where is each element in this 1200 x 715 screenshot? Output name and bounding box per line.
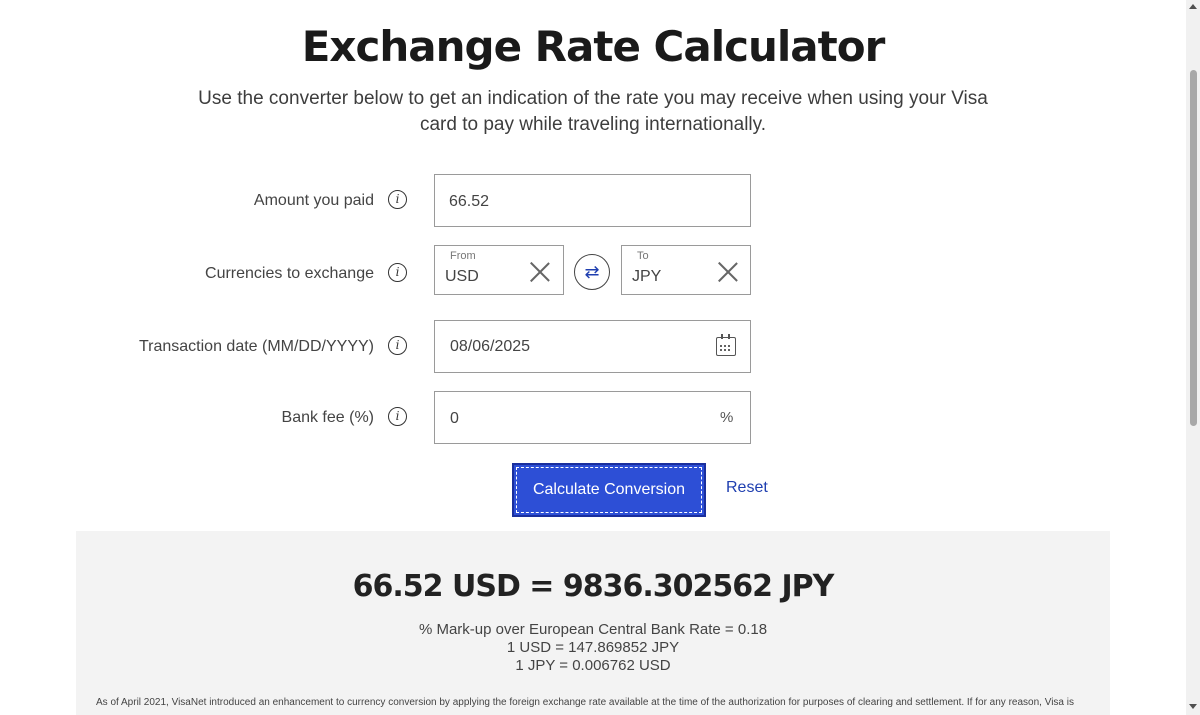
amount-value: 66.52 <box>449 193 490 210</box>
markup-text: % Mark-up over European Central Bank Rat… <box>418 621 768 638</box>
currencies-label: Currencies to exchange <box>205 265 374 282</box>
scroll-up-icon[interactable] <box>1189 4 1197 9</box>
date-input[interactable]: 08/06/2025 <box>434 320 751 373</box>
from-label: From <box>450 250 476 262</box>
amount-input[interactable]: 66.52 <box>434 174 751 227</box>
scroll-down-icon[interactable] <box>1189 704 1197 709</box>
to-currency-select[interactable]: To JPY <box>621 245 751 295</box>
percent-suffix: % <box>720 409 734 426</box>
calculate-conversion-button[interactable]: Calculate Conversion <box>512 463 706 517</box>
info-icon[interactable]: i <box>388 407 407 426</box>
fee-label: Bank fee (%) <box>281 409 374 426</box>
from-value: USD <box>445 268 479 285</box>
fee-value: 0 <box>450 410 459 427</box>
close-icon[interactable] <box>717 261 739 283</box>
amount-label: Amount you paid <box>253 192 374 209</box>
info-icon[interactable]: i <box>388 336 407 355</box>
page-subtitle: Use the converter below to get an indica… <box>198 88 988 135</box>
from-currency-select[interactable]: From USD <box>434 245 564 295</box>
date-value: 08/06/2025 <box>450 338 531 355</box>
scroll-thumb[interactable] <box>1190 70 1197 426</box>
to-label: To <box>637 250 649 262</box>
reset-link[interactable]: Reset <box>726 479 768 497</box>
to-value: JPY <box>632 268 662 285</box>
scrollbar[interactable] <box>1186 0 1200 715</box>
rate-to-text: 1 JPY = 0.006762 USD <box>515 657 671 674</box>
conversion-result: 66.52 USD = 9836.302562 JPY <box>352 569 835 604</box>
disclaimer-text: As of April 2021, VisaNet introduced an … <box>96 697 1074 708</box>
date-label: Transaction date (MM/DD/YYYY) <box>138 338 374 355</box>
calendar-icon[interactable] <box>716 334 736 356</box>
info-icon[interactable]: i <box>388 190 407 209</box>
close-icon[interactable] <box>529 261 551 283</box>
rate-from-text: 1 USD = 147.869852 JPY <box>506 639 680 656</box>
swap-icon[interactable]: ⇄ <box>574 254 610 290</box>
fee-input[interactable]: 0 <box>434 391 751 444</box>
page-title: Exchange Rate Calculator <box>301 22 886 71</box>
result-panel: 66.52 USD = 9836.302562 JPY % Mark-up ov… <box>76 531 1110 715</box>
info-icon[interactable]: i <box>388 263 407 282</box>
